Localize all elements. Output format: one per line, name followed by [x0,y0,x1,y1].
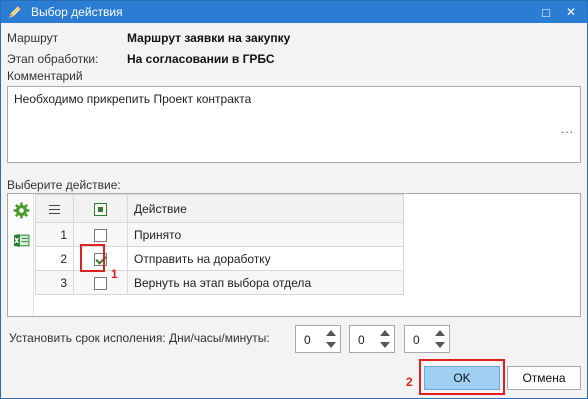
hours-spinner[interactable]: 0 [349,325,395,353]
minutes-spinner[interactable]: 0 [404,325,450,353]
deadline-label: Установить срок исполения: Дни/часы/мину… [9,331,270,345]
list-icon [49,204,60,215]
comment-label: Комментарий [7,69,83,83]
increment-icon[interactable] [435,330,445,336]
close-icon: ✕ [565,5,577,19]
action-column-header: Действие [127,194,404,223]
pencil-icon [9,6,21,18]
row-checkbox[interactable] [94,228,107,242]
title-bar: Выбор действия □ ✕ [1,1,587,23]
decrement-icon[interactable] [435,342,445,348]
days-spinner-arrows [326,330,336,348]
comment-text: Необходимо прикрепить Проект контракта [14,92,252,106]
annotation-number-2: 2 [406,375,413,389]
dialog-window: Выбор действия □ ✕ Маршрут Маршрут заявк… [0,0,588,399]
route-label: Маршрут [7,31,59,45]
route-value: Маршрут заявки на закупку [127,31,291,45]
select-all-checkbox[interactable] [94,202,107,216]
column-menu-header[interactable] [35,194,74,223]
cancel-button-label: Отмена [522,371,566,385]
maximize-button[interactable]: □ [538,4,554,20]
annotation-box-checkbox [80,244,105,272]
cancel-button[interactable]: Отмена [507,366,581,390]
comment-more-button[interactable]: ... [561,122,574,136]
increment-icon[interactable] [380,330,390,336]
row-action-label: Вернуть на этап выбора отдела [127,270,404,295]
table-row[interactable]: 3 Вернуть на этап выбора отдела [35,270,404,295]
table-header-row: Действие [35,194,404,223]
decrement-icon[interactable] [380,342,390,348]
row-action-label: Принято [127,222,404,247]
row-checkbox-cell [73,222,128,247]
minutes-value: 0 [413,333,420,347]
gear-icon[interactable] [13,202,30,219]
days-spinner[interactable]: 0 [295,325,341,353]
row-number: 1 [35,222,74,247]
row-number: 2 [35,246,74,271]
close-button[interactable]: ✕ [563,4,579,20]
stage-label: Этап обработки: [7,52,99,66]
decrement-icon[interactable] [326,342,336,348]
table-row[interactable]: 1 Принято [35,222,404,247]
days-value: 0 [304,333,311,347]
hours-spinner-arrows [380,330,390,348]
row-checkbox-cell [73,270,128,295]
hours-value: 0 [358,333,365,347]
annotation-box-ok [419,359,505,395]
excel-icon[interactable] [13,232,30,249]
minutes-spinner-arrows [435,330,445,348]
row-action-label: Отправить на доработку [127,246,404,271]
row-number: 3 [35,270,74,295]
grid-toolbar [8,194,34,316]
maximize-icon: □ [542,4,550,20]
comment-field[interactable]: Необходимо прикрепить Проект контракта .… [7,86,581,163]
stage-value: На согласовании в ГРБС [127,52,275,66]
actions-label: Выберите действие: [7,178,121,192]
increment-icon[interactable] [326,330,336,336]
window-title: Выбор действия [31,5,123,19]
annotation-number-1: 1 [111,267,118,281]
row-checkbox[interactable] [94,276,107,290]
select-all-header[interactable] [73,194,128,223]
